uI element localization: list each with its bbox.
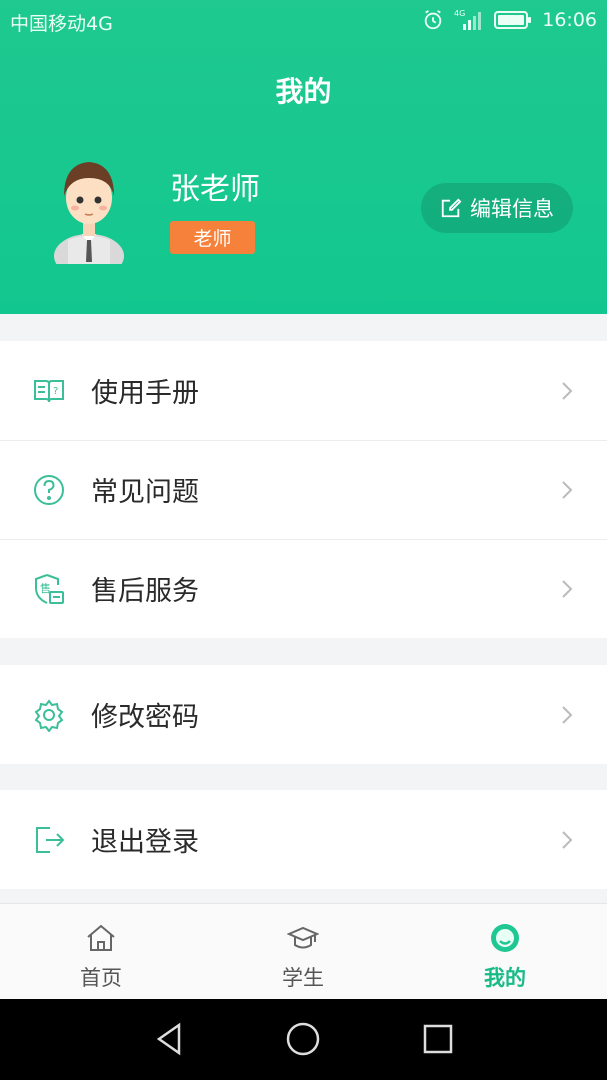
carrier-label: 中国移动4G — [10, 13, 113, 35]
tab-students[interactable]: 学生 — [202, 904, 404, 1000]
battery-icon — [494, 11, 532, 29]
menu-item-label: 修改密码 — [91, 702, 199, 733]
recents-square-icon[interactable] — [420, 1021, 456, 1057]
profile-header: 中国移动4G 4G 16:06 我的 张老师 老师 编辑信息 — [0, 0, 607, 314]
menu-item-label: 售后服务 — [91, 576, 199, 607]
chevron-right-icon — [562, 705, 573, 724]
svg-text:?: ? — [53, 386, 58, 397]
menu-item-after-sales[interactable]: 售 售后服务 — [0, 539, 607, 638]
tab-label: 首页 — [80, 966, 122, 990]
chevron-right-icon — [562, 830, 573, 849]
tab-home[interactable]: 首页 — [0, 904, 202, 1000]
profile-active-icon — [491, 924, 519, 952]
avatar[interactable] — [52, 152, 126, 264]
logout-icon — [36, 826, 65, 853]
bottom-tab-bar: 首页 学生 我的 — [0, 903, 607, 999]
system-navigation-bar — [0, 999, 607, 1080]
edit-info-button[interactable]: 编辑信息 — [421, 183, 573, 233]
tab-label: 我的 — [484, 966, 526, 990]
signal-icon: 4G — [454, 9, 482, 30]
user-name: 张老师 — [170, 172, 260, 207]
menu-item-logout[interactable]: 退出登录 — [0, 790, 607, 889]
tab-label: 学生 — [282, 966, 324, 990]
menu-group-security: 修改密码 — [0, 665, 607, 764]
chevron-right-icon — [562, 480, 573, 499]
question-circle-icon — [34, 474, 64, 505]
edit-info-label: 编辑信息 — [470, 197, 554, 221]
clock-time: 16:06 — [542, 9, 597, 31]
menu-item-faq[interactable]: 常见问题 — [0, 440, 607, 539]
chevron-right-icon — [562, 381, 573, 400]
role-badge: 老师 — [170, 221, 255, 254]
graduation-cap-icon — [287, 926, 319, 949]
home-circle-icon[interactable] — [285, 1021, 321, 1057]
chevron-right-icon — [562, 579, 573, 598]
page-title: 我的 — [275, 75, 332, 108]
home-icon — [87, 924, 115, 951]
svg-text:4G: 4G — [454, 9, 465, 18]
menu-item-label: 常见问题 — [91, 477, 199, 508]
menu-item-label: 使用手册 — [91, 378, 199, 409]
status-bar: 中国移动4G 4G 16:06 — [0, 0, 607, 42]
manual-book-icon: ? — [34, 379, 64, 402]
menu-group-account: 退出登录 — [0, 790, 607, 889]
gear-icon — [34, 698, 64, 732]
menu-item-manual[interactable]: ? 使用手册 — [0, 341, 607, 440]
back-triangle-icon[interactable] — [151, 1021, 187, 1057]
edit-icon — [441, 198, 462, 218]
alarm-icon — [424, 10, 442, 30]
menu-group-help: ? 使用手册 常见问题 售 售后服务 — [0, 341, 607, 638]
tab-mine[interactable]: 我的 — [404, 904, 606, 1000]
menu-item-label: 退出登录 — [91, 827, 199, 858]
after-sales-shield-icon: 售 — [35, 573, 64, 604]
status-icons: 4G 16:06 — [422, 8, 597, 32]
menu-item-change-password[interactable]: 修改密码 — [0, 665, 607, 764]
